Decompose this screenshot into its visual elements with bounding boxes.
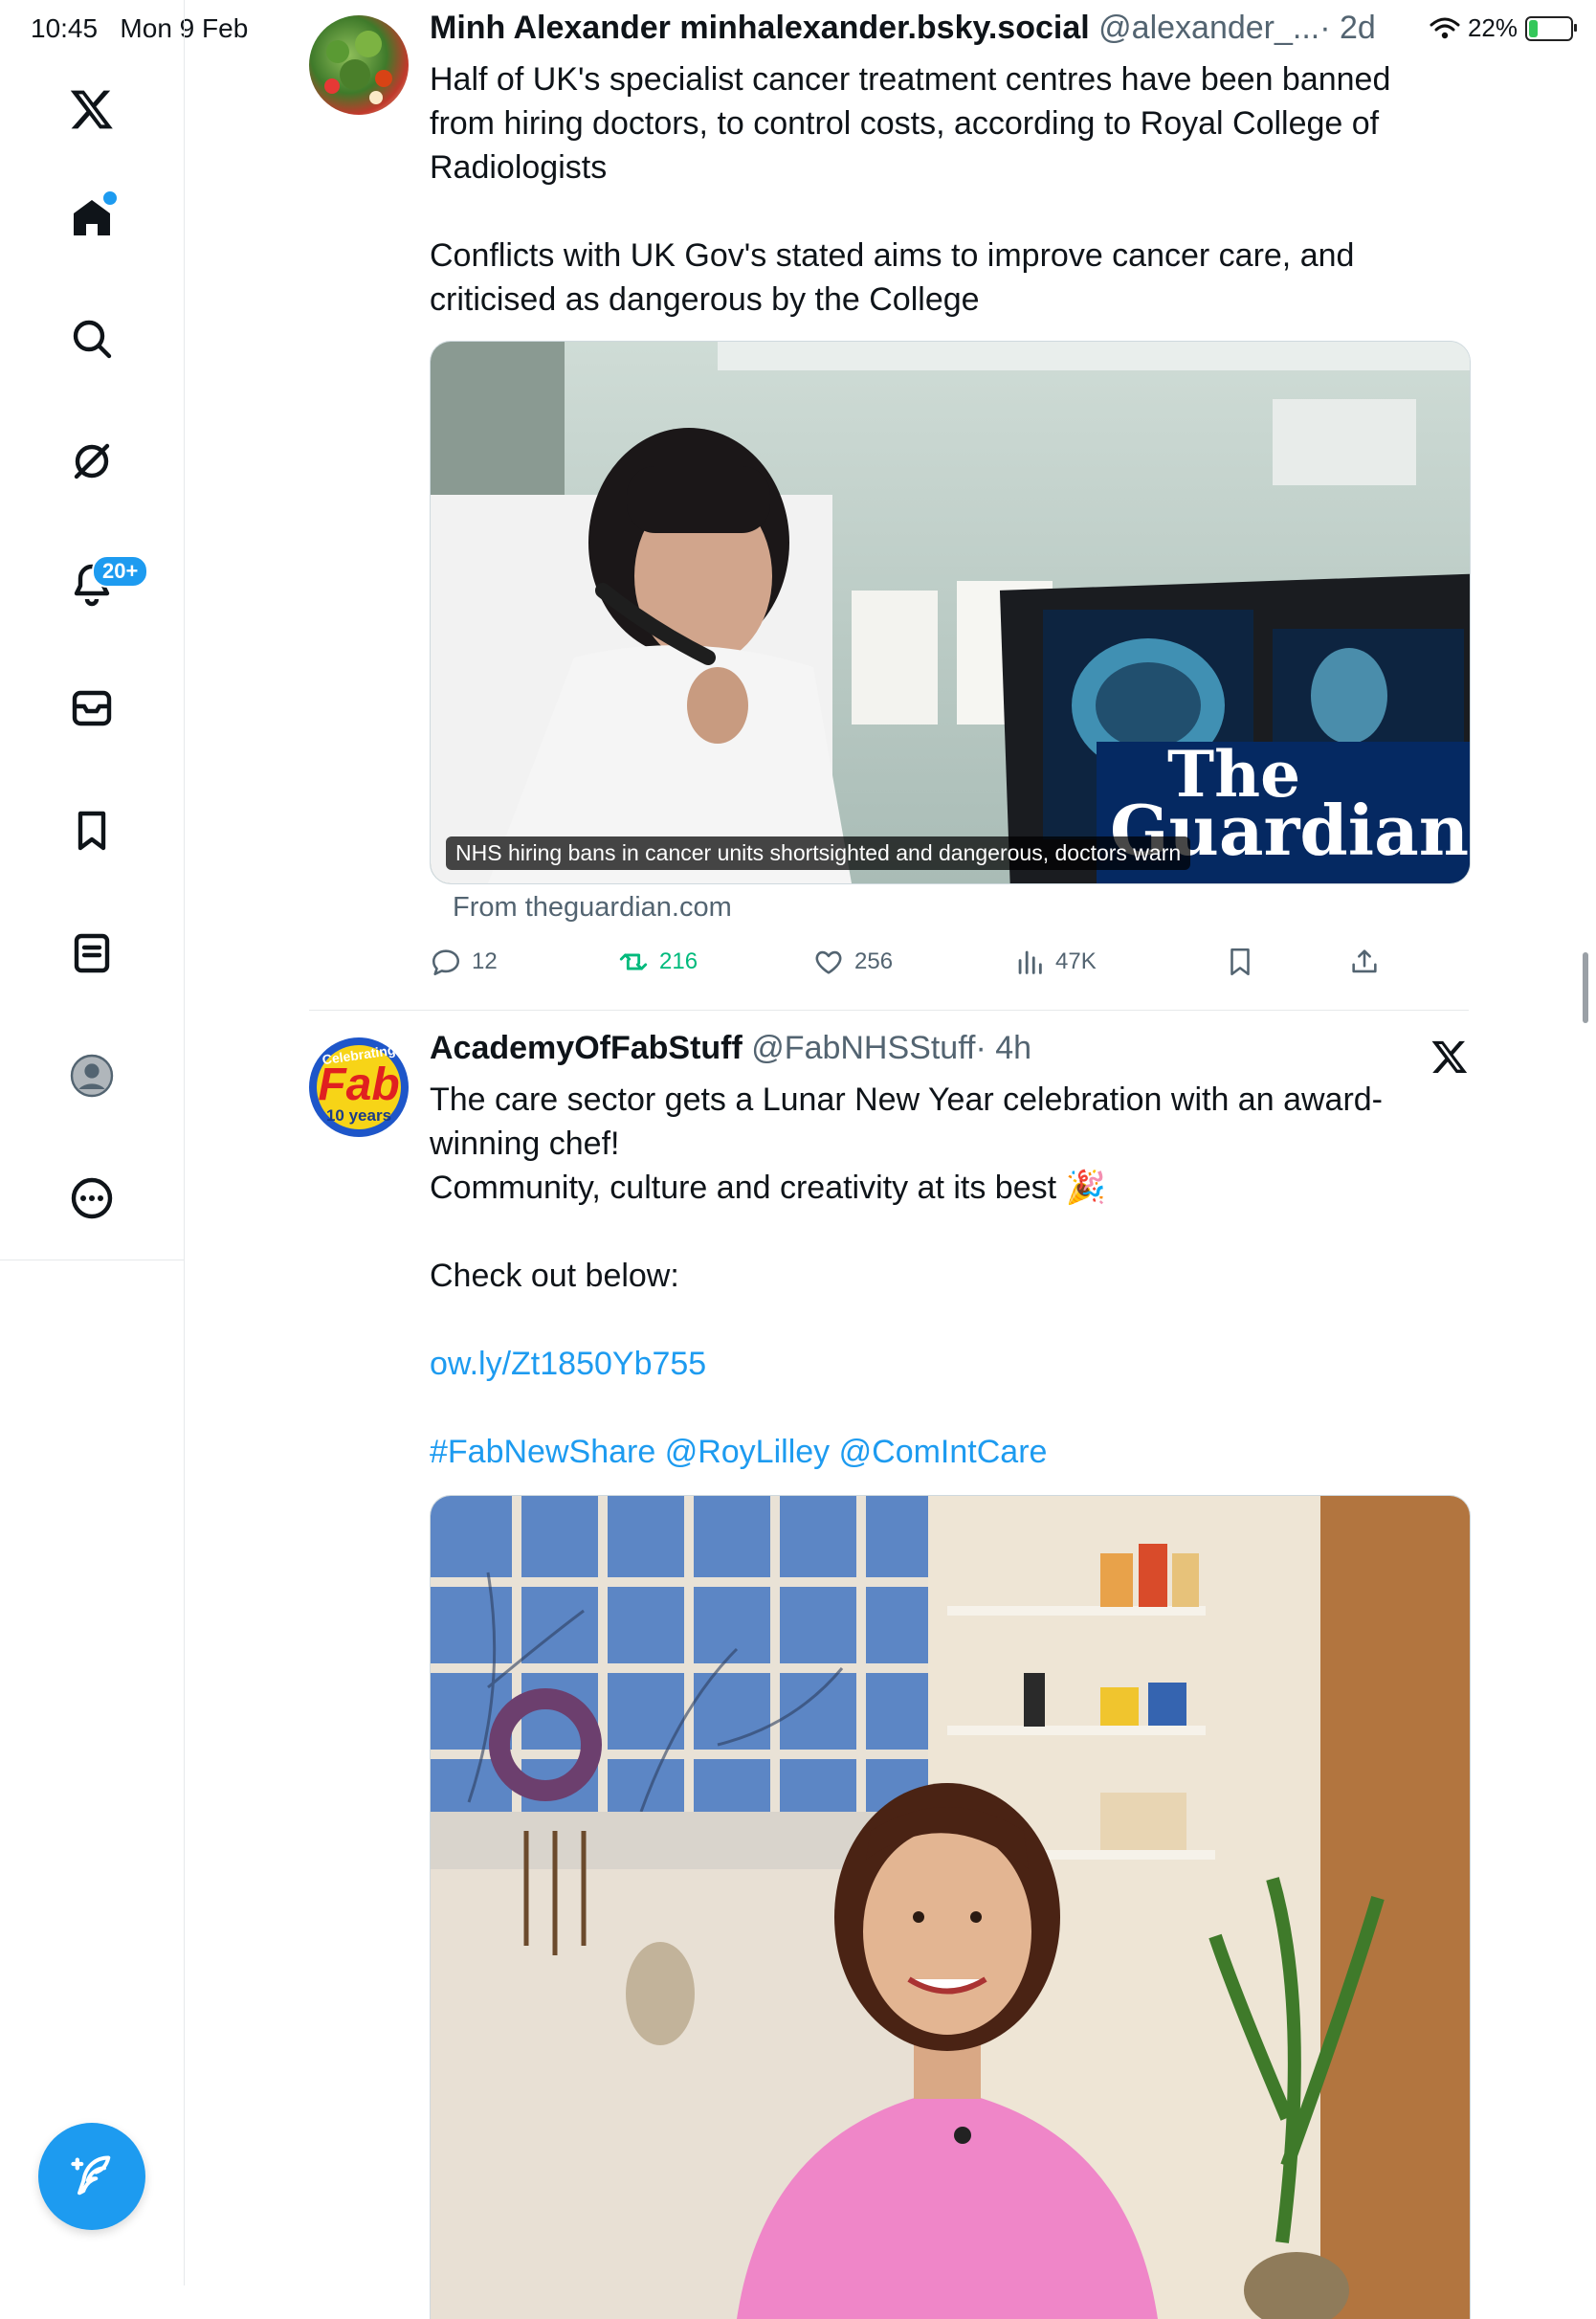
sidebar-item-more[interactable] bbox=[54, 1160, 130, 1237]
avatar-image bbox=[324, 31, 392, 104]
bookmark-icon bbox=[1230, 948, 1250, 976]
sidebar-item-lists[interactable] bbox=[54, 915, 130, 992]
avatar-text: 10 years bbox=[325, 1106, 392, 1125]
repost-icon bbox=[619, 953, 648, 970]
sidebar-nav: 20+ bbox=[0, 0, 185, 1260]
share-button[interactable] bbox=[1348, 946, 1381, 978]
sidebar-item-profile[interactable] bbox=[54, 1037, 130, 1114]
handle[interactable]: @FabNHSStuff bbox=[751, 1030, 975, 1066]
sidebar-item-grok[interactable] bbox=[54, 423, 130, 500]
avatar-text: Fab bbox=[318, 1059, 400, 1110]
card-source[interactable]: From theguardian.com bbox=[453, 892, 732, 924]
tweet-paragraph: Half of UK's specialist cancer treatment… bbox=[430, 61, 1391, 186]
avatar[interactable]: Celebrating Fab 10 years bbox=[309, 1037, 409, 1137]
x-logo-icon[interactable] bbox=[1430, 1037, 1469, 1076]
tweet-header: AcademyOfFabStuff @FabNHSStuff· 4h bbox=[430, 1030, 1031, 1067]
view-count: 47K bbox=[1055, 948, 1097, 974]
tweet-paragraph: Conflicts with UK Gov's stated aims to i… bbox=[430, 237, 1355, 318]
tweet-text: The care sector gets a Lunar New Year ce… bbox=[430, 1078, 1425, 1474]
sidebar-item-explore[interactable] bbox=[54, 301, 130, 377]
card-caption: NHS hiring bans in cancer units shortsig… bbox=[446, 836, 1191, 870]
handle[interactable]: @alexander_... bbox=[1098, 10, 1319, 46]
sidebar-item-messages[interactable] bbox=[54, 670, 130, 747]
scrollbar[interactable] bbox=[1583, 952, 1588, 1023]
reply-count: 12 bbox=[472, 948, 498, 974]
tweet-text: Half of UK's specialist cancer treatment… bbox=[430, 57, 1425, 322]
tweet-link[interactable]: ow.ly/Zt1850Yb755 bbox=[430, 1346, 706, 1382]
analytics-icon bbox=[1018, 950, 1042, 974]
more-icon bbox=[71, 1177, 113, 1219]
reply-button[interactable]: 12 bbox=[430, 946, 498, 978]
notifications-badge: 20+ bbox=[92, 555, 149, 588]
messages-icon bbox=[72, 690, 112, 726]
compose-post-button[interactable] bbox=[38, 2123, 145, 2230]
bookmarks-icon bbox=[78, 811, 106, 851]
heart-icon bbox=[815, 950, 842, 974]
sidebar-item-x-logo[interactable] bbox=[54, 71, 130, 147]
display-name[interactable]: Minh Alexander minhalexander.bsky.social bbox=[430, 10, 1090, 46]
tweet-actions: 12 216 256 47K bbox=[430, 946, 1444, 984]
tweet-2[interactable]: Celebrating Fab 10 years AcademyOfFabStu… bbox=[309, 1011, 1471, 2319]
reply-icon bbox=[432, 949, 460, 976]
search-icon bbox=[73, 320, 112, 359]
grok-icon bbox=[74, 443, 110, 479]
tweet-header: Minh Alexander minhalexander.bsky.social… bbox=[430, 10, 1376, 47]
mention-link[interactable]: @ComIntCare bbox=[839, 1434, 1048, 1470]
hashtag-link[interactable]: #FabNewShare bbox=[430, 1434, 655, 1470]
tweet-line: The care sector gets a Lunar New Year ce… bbox=[430, 1081, 1383, 1162]
bookmark-button[interactable] bbox=[1224, 946, 1256, 978]
like-button[interactable]: 256 bbox=[812, 946, 893, 978]
home-notification-dot bbox=[101, 190, 119, 207]
tweet-1[interactable]: Minh Alexander minhalexander.bsky.social… bbox=[309, 0, 1471, 1010]
tweet-photo[interactable] bbox=[430, 1495, 1471, 2319]
profile-icon bbox=[70, 1054, 114, 1098]
tweet-line: Check out below: bbox=[430, 1258, 679, 1294]
sidebar-divider bbox=[184, 1260, 185, 2286]
sidebar-item-home[interactable] bbox=[54, 180, 130, 256]
timestamp[interactable]: · 4h bbox=[975, 1030, 1031, 1066]
link-card-image[interactable]: The Guardian NHS hiring bans in cancer u… bbox=[430, 341, 1471, 884]
share-icon bbox=[1352, 949, 1377, 973]
battery-percent: 22% bbox=[1467, 13, 1518, 42]
sidebar-item-bookmarks[interactable] bbox=[54, 792, 130, 869]
lists-icon bbox=[74, 933, 110, 973]
avatar[interactable] bbox=[309, 15, 409, 115]
tweet-line: Community, culture and creativity at its… bbox=[430, 1170, 1106, 1206]
mention-link[interactable]: @RoyLilley bbox=[665, 1434, 830, 1470]
battery-icon bbox=[1525, 15, 1577, 41]
x-logo-icon bbox=[70, 90, 113, 129]
views-button[interactable]: 47K bbox=[1013, 946, 1097, 978]
like-count: 256 bbox=[854, 948, 894, 974]
repost-button[interactable]: 216 bbox=[617, 946, 698, 978]
repost-count: 216 bbox=[659, 948, 698, 974]
compose-post-icon bbox=[71, 2155, 111, 2196]
timestamp[interactable]: · 2d bbox=[1319, 10, 1376, 46]
chef-photo bbox=[431, 1496, 1470, 2319]
display-name[interactable]: AcademyOfFabStuff bbox=[430, 1030, 743, 1066]
